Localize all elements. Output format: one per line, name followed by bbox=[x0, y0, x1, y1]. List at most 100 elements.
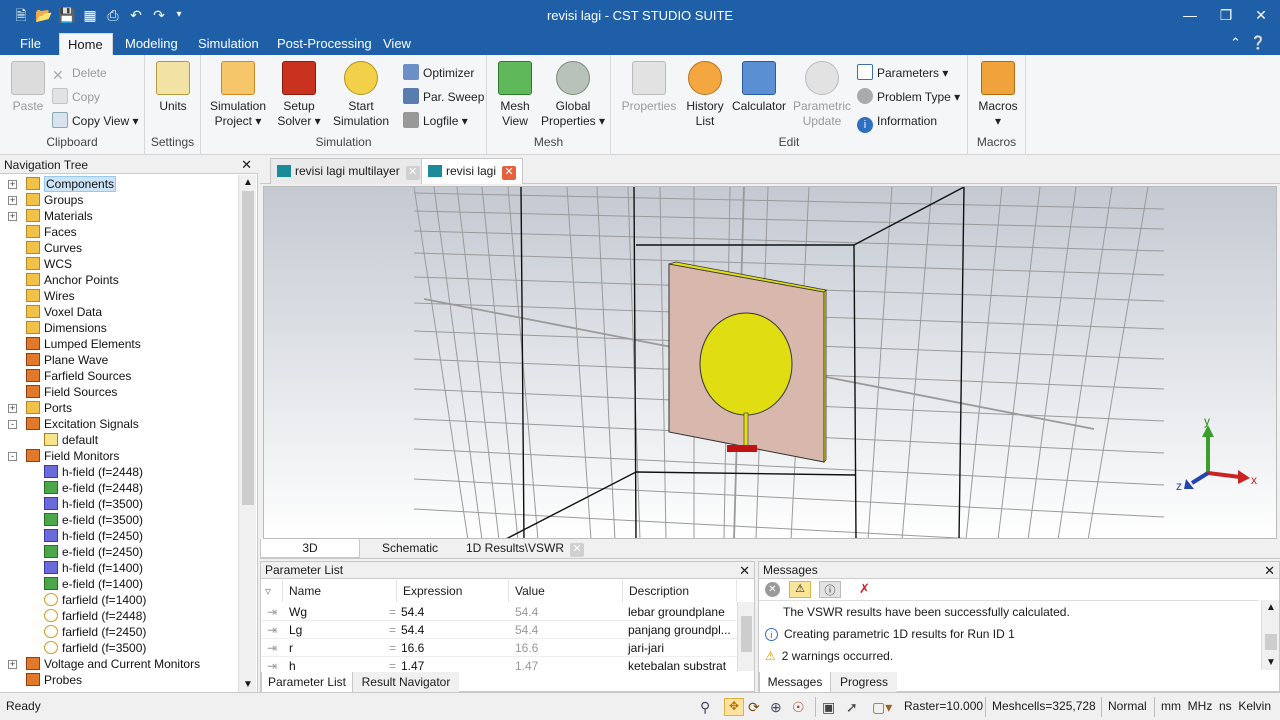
restore-icon[interactable]: ❐ bbox=[1211, 4, 1241, 26]
tree-item[interactable]: WCS bbox=[26, 256, 72, 272]
close-icon[interactable]: ✕ bbox=[739, 562, 750, 579]
fit-view-icon[interactable]: ▣ bbox=[822, 699, 835, 716]
zoom-in-icon[interactable]: ⊕ bbox=[770, 699, 782, 716]
minimize-icon[interactable]: — bbox=[1175, 4, 1205, 26]
start-simulation-button[interactable]: Start Simulation bbox=[329, 61, 393, 129]
tree-item[interactable]: e-field (f=2448) bbox=[44, 480, 143, 496]
column-name[interactable]: Name bbox=[283, 580, 397, 602]
3d-viewport[interactable]: y x z bbox=[263, 186, 1277, 539]
tree-item[interactable]: Dimensions bbox=[26, 320, 107, 336]
copy-button[interactable]: Copy bbox=[52, 87, 100, 107]
tree-item[interactable]: farfield (f=3500) bbox=[44, 640, 146, 656]
tree-item[interactable]: farfield (f=2450) bbox=[44, 624, 146, 640]
close-icon[interactable]: ✕ bbox=[241, 156, 252, 174]
tree-item[interactable]: e-field (f=2450) bbox=[44, 544, 143, 560]
copy-view-button[interactable]: Copy View ▾ bbox=[52, 111, 139, 131]
tab-post-processing[interactable]: Post-Processing bbox=[269, 33, 380, 55]
par-sweep-button[interactable]: Par. Sweep bbox=[403, 87, 484, 107]
tree-item[interactable]: Plane Wave bbox=[26, 352, 108, 368]
tree-item[interactable]: Farfield Sources bbox=[26, 368, 131, 384]
mesh-view-button[interactable]: Mesh View bbox=[495, 61, 535, 129]
collapse-icon[interactable]: - bbox=[8, 420, 17, 429]
close-window-icon[interactable]: ✕ bbox=[1246, 4, 1276, 26]
close-icon[interactable]: ✕ bbox=[1264, 562, 1275, 579]
tree-item[interactable]: + Components bbox=[8, 176, 117, 192]
tab-modeling[interactable]: Modeling bbox=[117, 33, 186, 55]
tree-item[interactable]: Wires bbox=[26, 288, 75, 304]
logfile-button[interactable]: Logfile ▾ bbox=[403, 111, 468, 131]
doc-tab-revisi-lagi[interactable]: revisi lagi ✕ bbox=[421, 158, 524, 184]
expand-icon[interactable]: + bbox=[8, 180, 17, 189]
tree-item[interactable]: Faces bbox=[26, 224, 77, 240]
close-tab-icon[interactable]: ✕ bbox=[502, 166, 517, 180]
expand-icon[interactable]: + bbox=[8, 660, 17, 669]
tree-item[interactable]: Lumped Elements bbox=[26, 336, 141, 352]
tree-item[interactable]: h-field (f=2448) bbox=[44, 464, 143, 480]
pan-icon[interactable]: ✥ bbox=[724, 698, 744, 716]
messages-scroll-thumb[interactable] bbox=[1265, 634, 1277, 650]
tree-item[interactable]: + Materials bbox=[8, 208, 93, 224]
problem-type-button[interactable]: Problem Type ▾ bbox=[857, 87, 960, 107]
tree-item[interactable]: Probes bbox=[26, 672, 82, 688]
column-expression[interactable]: Expression bbox=[397, 580, 509, 602]
solid-view-icon[interactable]: ▢▾ bbox=[872, 699, 892, 716]
column-description[interactable]: Description bbox=[623, 580, 737, 602]
tree-item[interactable]: h-field (f=2450) bbox=[44, 528, 143, 544]
paste-button[interactable]: Paste bbox=[8, 61, 48, 114]
status-mode[interactable]: Normal bbox=[1108, 699, 1147, 713]
macros-button[interactable]: Macros ▾ bbox=[976, 61, 1020, 129]
tree-item[interactable]: - Field Monitors bbox=[8, 448, 119, 464]
warning-filter-icon[interactable]: ⚠ bbox=[789, 581, 811, 598]
parameter-scroll-thumb[interactable] bbox=[741, 616, 752, 652]
filter-icon[interactable]: ▿ bbox=[261, 580, 283, 602]
tree-item[interactable]: + Groups bbox=[8, 192, 83, 208]
tree-item[interactable]: h-field (f=3500) bbox=[44, 496, 143, 512]
global-properties-button[interactable]: Global Properties ▾ bbox=[539, 61, 607, 129]
expand-icon[interactable]: + bbox=[8, 212, 17, 221]
reset-view-icon[interactable]: ☉ bbox=[792, 699, 805, 716]
error-filter-icon[interactable]: ✕ bbox=[765, 582, 780, 597]
properties-button[interactable]: Properties bbox=[619, 61, 679, 114]
tree-item[interactable]: farfield (f=2448) bbox=[44, 608, 146, 624]
tab-parameter-list[interactable]: Parameter List bbox=[261, 672, 353, 693]
parameter-scrollbar[interactable] bbox=[737, 602, 754, 671]
clear-messages-icon[interactable]: ✗ bbox=[859, 581, 870, 597]
messages-scrollbar[interactable]: ▲ ▼ bbox=[1261, 600, 1279, 670]
tree-item[interactable]: - Excitation Signals bbox=[8, 416, 139, 432]
history-list-button[interactable]: History List bbox=[683, 61, 727, 129]
tab-schematic[interactable]: Schematic bbox=[365, 539, 455, 558]
table-row[interactable]: ⇥ r = 16.6 16.6 jari-jari bbox=[261, 639, 737, 657]
tree-scroll-thumb[interactable] bbox=[242, 191, 254, 505]
table-row[interactable]: ⇥ Lg = 54.4 54.4 panjang groundpl... bbox=[261, 621, 737, 639]
status-units[interactable]: mm MHz ns Kelvin bbox=[1161, 699, 1271, 713]
tab-1d-results-vswr[interactable]: 1D Results\VSWR ✕ bbox=[465, 539, 585, 558]
tree-item[interactable]: Anchor Points bbox=[26, 272, 119, 288]
tree-item[interactable]: h-field (f=1400) bbox=[44, 560, 143, 576]
tree-item[interactable]: farfield (f=1400) bbox=[44, 592, 146, 608]
optimizer-button[interactable]: Optimizer bbox=[403, 63, 474, 83]
info-filter-icon[interactable]: ⓘ bbox=[819, 581, 841, 598]
help-icon[interactable]: ❔ bbox=[1242, 32, 1274, 54]
tree-item[interactable]: + Ports bbox=[8, 400, 72, 416]
delete-button[interactable]: ✕ Delete bbox=[52, 63, 107, 83]
expand-icon[interactable]: + bbox=[8, 404, 17, 413]
tree-item[interactable]: Field Sources bbox=[26, 384, 117, 400]
rotate-icon[interactable]: ⟳ bbox=[748, 699, 760, 716]
tree-item[interactable]: e-field (f=1400) bbox=[44, 576, 143, 592]
tree-item[interactable]: + Voltage and Current Monitors bbox=[8, 656, 200, 672]
scroll-up-icon[interactable]: ▲ bbox=[243, 177, 253, 188]
tab-progress[interactable]: Progress bbox=[831, 672, 897, 693]
close-tab-icon[interactable]: ✕ bbox=[570, 543, 585, 557]
zoom-icon[interactable]: ⚲ bbox=[700, 699, 710, 716]
tree-item[interactable]: Curves bbox=[26, 240, 82, 256]
tab-simulation[interactable]: Simulation bbox=[190, 33, 267, 55]
tree-scrollbar[interactable]: ▲ ▼ bbox=[238, 175, 256, 692]
collapse-icon[interactable]: - bbox=[8, 452, 17, 461]
scroll-up-icon[interactable]: ▲ bbox=[1266, 602, 1276, 613]
doc-tab-multilayer[interactable]: revisi lagi multilayer ✕ bbox=[270, 158, 427, 184]
expand-icon[interactable]: + bbox=[8, 196, 17, 205]
tab-file[interactable]: File bbox=[12, 33, 49, 55]
tree-item[interactable]: e-field (f=3500) bbox=[44, 512, 143, 528]
tab-messages[interactable]: Messages bbox=[759, 672, 831, 693]
table-row[interactable]: ⇥ Wg = 54.4 54.4 lebar groundplane bbox=[261, 603, 737, 621]
